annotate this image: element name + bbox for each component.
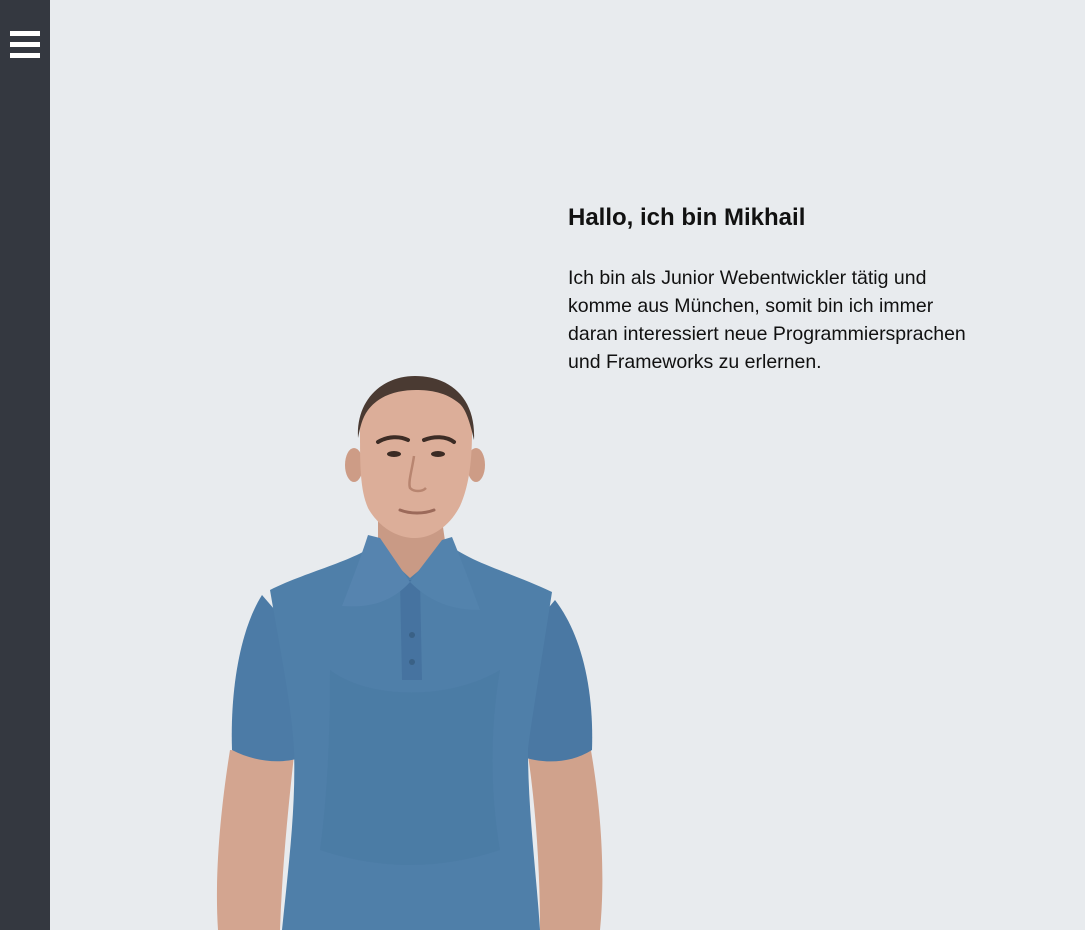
menu-bar-bottom — [10, 53, 40, 58]
shirt-shadow — [320, 670, 500, 865]
intro-heading: Hallo, ich bin Mikhail — [568, 204, 806, 231]
left-eye — [387, 451, 401, 457]
right-arm — [528, 745, 603, 930]
menu-bar-middle — [10, 42, 40, 47]
menu-bar-top — [10, 31, 40, 36]
button-bottom — [409, 659, 415, 665]
portrait-photo — [216, 376, 603, 930]
sidebar — [0, 0, 50, 930]
intro-section: Hallo, ich bin Mikhail Ich bin als Junio… — [568, 202, 968, 376]
left-arm — [216, 750, 294, 930]
button-top — [409, 632, 415, 638]
right-eye — [431, 451, 445, 457]
hamburger-menu-icon[interactable] — [10, 31, 40, 58]
intro-text: Ich bin als Junior Webentwickler tätig u… — [568, 267, 966, 373]
main-content: Hallo, ich bin Mikhail Ich bin als Junio… — [50, 0, 1085, 930]
placket — [400, 580, 422, 680]
